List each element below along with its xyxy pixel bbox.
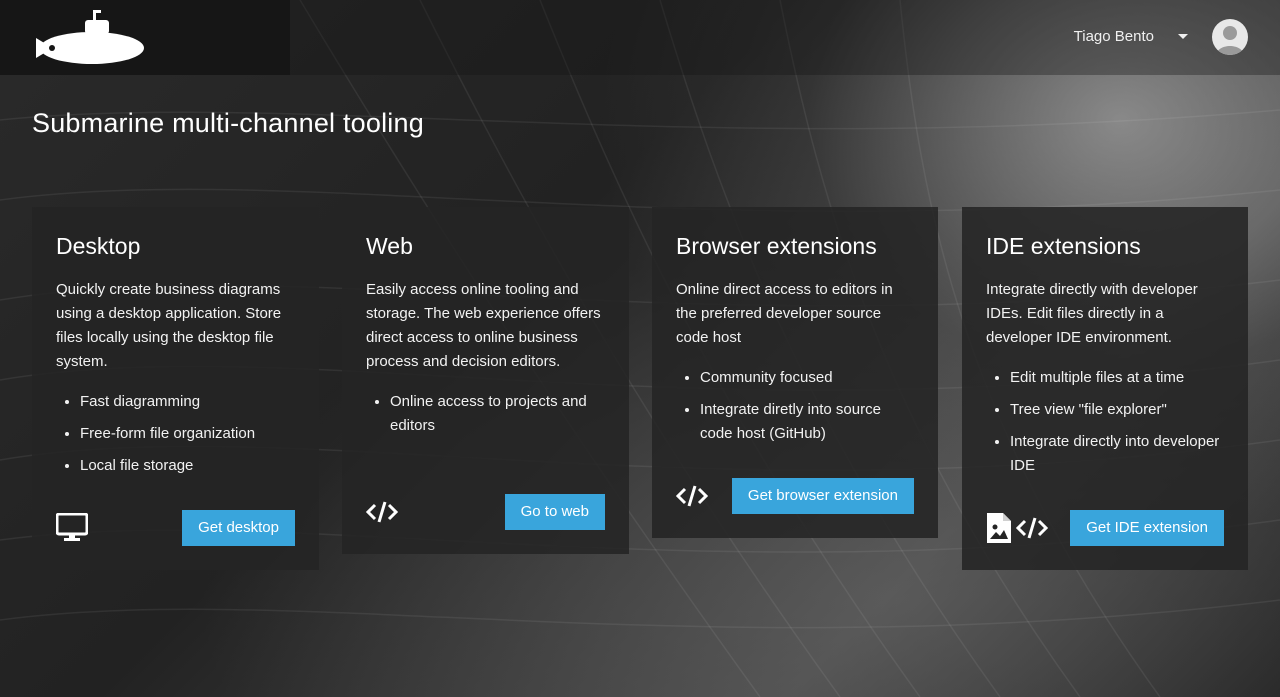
card-footer: Go to web [366, 494, 605, 530]
get-desktop-button[interactable]: Get desktop [182, 510, 295, 546]
web-card: Web Easily access online tooling and sto… [342, 207, 629, 554]
desktop-card: Desktop Quickly create business diagrams… [32, 207, 319, 570]
list-item: Free-form file organization [80, 422, 295, 446]
user-name: Tiago Bento [1073, 28, 1154, 45]
ide-extensions-card: IDE extensions Integrate directly with d… [962, 207, 1248, 570]
list-item: Edit multiple files at a time [1010, 366, 1224, 390]
code-icon [1016, 517, 1048, 539]
list-item: Integrate directly into developer IDE [1010, 430, 1224, 478]
get-ide-extension-button[interactable]: Get IDE extension [1070, 510, 1224, 546]
chevron-down-icon [1178, 34, 1188, 39]
list-item: Community focused [700, 366, 914, 390]
get-browser-extension-button[interactable]: Get browser extension [731, 478, 914, 514]
feature-list: Online access to projects and editors [366, 390, 605, 438]
desktop-icon [56, 513, 88, 541]
go-to-web-button[interactable]: Go to web [504, 494, 605, 530]
card-icons [986, 512, 1048, 544]
card-description: Integrate directly with developer IDEs. … [986, 281, 1198, 346]
user-avatar-icon [1216, 26, 1244, 55]
card-footer: Get browser extension [676, 478, 914, 514]
code-icon [366, 501, 398, 523]
feature-list: Edit multiple files at a time Tree view … [986, 366, 1224, 478]
submarine-logo-icon [36, 10, 144, 64]
list-item: Tree view "file explorer" [1010, 398, 1224, 422]
card-description: Easily access online tooling and storage… [366, 281, 601, 370]
image-file-icon [987, 513, 1011, 543]
card-footer: Get IDE extension [986, 510, 1224, 546]
card-description: Online direct access to editors in the p… [676, 281, 893, 346]
card-icons [56, 513, 88, 543]
card-title: IDE extensions [986, 233, 1141, 259]
card-icons [366, 500, 398, 524]
list-item: Online access to projects and editors [390, 390, 605, 438]
list-item: Integrate diretly into source code host … [700, 398, 914, 446]
card-title: Web [366, 233, 413, 259]
card-icons [676, 484, 708, 508]
feature-list: Community focused Integrate diretly into… [676, 366, 914, 446]
card-description: Quickly create business diagrams using a… [56, 281, 282, 370]
logo-area[interactable] [0, 0, 290, 75]
list-item: Fast diagramming [80, 390, 295, 414]
list-item: Local file storage [80, 454, 295, 478]
page-title: Submarine multi-channel tooling [32, 108, 424, 138]
card-title: Browser extensions [676, 233, 877, 259]
card-title: Desktop [56, 233, 141, 259]
avatar[interactable] [1212, 19, 1248, 55]
code-icon [676, 485, 708, 507]
feature-list: Fast diagramming Free-form file organiza… [56, 390, 295, 478]
user-menu[interactable]: Tiago Bento [1074, 28, 1188, 45]
browser-extensions-card: Browser extensions Online direct access … [652, 207, 938, 538]
card-footer: Get desktop [56, 510, 295, 546]
